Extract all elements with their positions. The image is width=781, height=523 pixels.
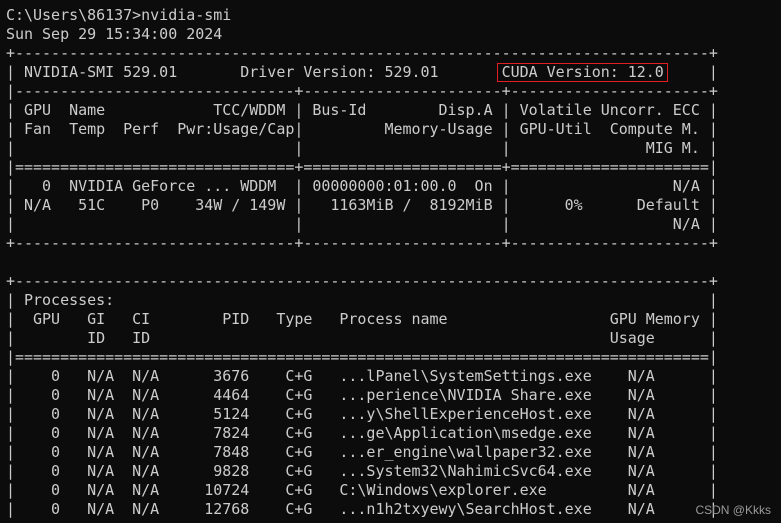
process-column-header-2: | ID ID Usage |	[6, 329, 718, 347]
command-line: C:\Users\86137>nvidia-smi	[6, 6, 232, 24]
table-border-top: +---------------------------------------…	[6, 44, 718, 62]
gpu-row-2: | N/A 51C P0 34W / 149W | 1163MiB / 8192…	[6, 196, 718, 214]
process-row: | 0 N/A N/A 12768 C+G ...n1h2txyewy\Sear…	[6, 500, 718, 518]
gpu-column-header-3: | | | MIG M. |	[6, 139, 718, 157]
process-row: | 0 N/A N/A 3676 C+G ...lPanel\SystemSet…	[6, 367, 718, 385]
table-border-bottom: +-------------------------------+-------…	[6, 234, 718, 252]
watermark: CSDN @Kkks	[695, 503, 771, 517]
gpu-row-3: | | | N/A |	[6, 215, 718, 233]
process-row: | 0 N/A N/A 7848 C+G ...er_engine\wallpa…	[6, 443, 718, 461]
table-separator: |-------------------------------+-------…	[6, 82, 718, 100]
version-header-line: | NVIDIA-SMI 529.01 Driver Version: 529.…	[6, 63, 718, 81]
gpu-column-header-1: | GPU Name TCC/WDDM | Bus-Id Disp.A | Vo…	[6, 101, 718, 119]
processes-title: | Processes: |	[6, 291, 718, 309]
table-double-separator: |===============================+=======…	[6, 158, 718, 176]
process-table-border-top: +---------------------------------------…	[6, 272, 718, 290]
gpu-row-1: | 0 NVIDIA GeForce ... WDDM | 00000000:0…	[6, 177, 718, 195]
process-row: | 0 N/A N/A 9828 C+G ...System32\Nahimic…	[6, 462, 718, 480]
process-table-separator: |=======================================…	[6, 348, 718, 366]
process-row: | 0 N/A N/A 10724 C+G C:\Windows\explore…	[6, 481, 718, 499]
terminal-window[interactable]: C:\Users\86137>nvidia-smi Sun Sep 29 15:…	[0, 0, 781, 523]
timestamp-line: Sun Sep 29 15:34:00 2024	[6, 25, 223, 43]
process-row: | 0 N/A N/A 7824 C+G ...ge\Application\m…	[6, 424, 718, 442]
process-row: | 0 N/A N/A 4464 C+G ...perience\NVIDIA …	[6, 386, 718, 404]
process-row: | 0 N/A N/A 5124 C+G ...y\ShellExperienc…	[6, 405, 718, 423]
process-column-header-1: | GPU GI CI PID Type Process name GPU Me…	[6, 310, 718, 328]
gpu-column-header-2: | Fan Temp Perf Pwr:Usage/Cap| Memory-Us…	[6, 120, 718, 138]
